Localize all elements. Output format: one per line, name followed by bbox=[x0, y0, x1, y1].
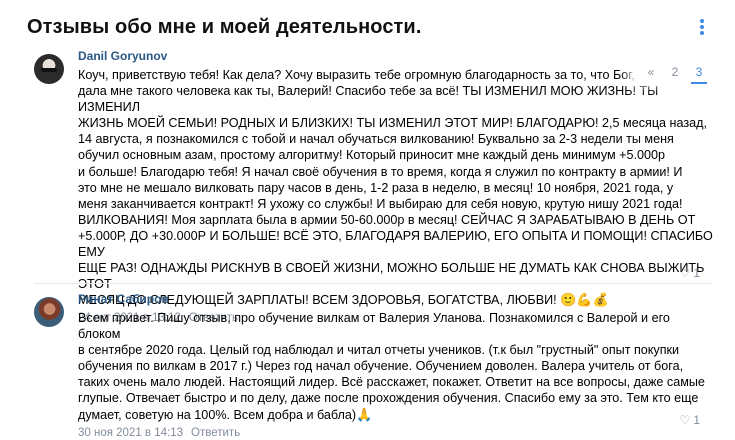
comment-date[interactable]: 30 ноя 2021 в 14:13 bbox=[78, 427, 183, 439]
avatar[interactable] bbox=[34, 297, 64, 327]
comment-line: ВИЛКОВАНИЯ! Моя зарплата была в армии 50… bbox=[78, 212, 696, 227]
comment-line: ЖИЗНЬ МОЕЙ СЕМЬИ! РОДНЫХ И БЛИЗКИХ! ТЫ И… bbox=[78, 116, 707, 131]
emoji-group: 🙏 bbox=[356, 406, 373, 422]
comment-meta: 30 ноя 2021 в 14:13 Ответить bbox=[78, 426, 714, 440]
heart-icon: ♡ bbox=[679, 266, 691, 280]
like-count: 1 bbox=[693, 413, 700, 427]
pager-prev-button[interactable]: « bbox=[639, 65, 663, 79]
comment-line: глупые. Отвечает быстро и по делу, даже … bbox=[78, 391, 699, 406]
comment-line: 14 августа, я познакомился с тобой и нач… bbox=[78, 132, 674, 147]
comment-line: в сентябре 2020 года. Целый год наблюдал… bbox=[78, 343, 680, 358]
comment-line: и больше! Благодарю тебя! Я начал своё о… bbox=[78, 164, 683, 179]
comment-line: обучил основным азам, простому алгоритму… bbox=[78, 148, 666, 163]
comment-line: это мне не мешало вилковать пару часов в… bbox=[78, 180, 674, 195]
reply-button[interactable]: Ответить bbox=[191, 427, 240, 439]
comment-text: Коуч, приветствую тебя! Как дела? Хочу в… bbox=[78, 67, 715, 308]
more-options-icon[interactable] bbox=[699, 19, 705, 37]
like-button[interactable]: ♡ 1 bbox=[680, 266, 700, 280]
comment-line: Коуч, приветствую тебя! Как дела? Хочу в… bbox=[78, 68, 657, 82]
comment-line: меня заканчивается контракт! Я ухожу со … bbox=[78, 196, 683, 211]
pager-page-3[interactable]: 3 bbox=[687, 65, 711, 84]
heart-icon: ♡ bbox=[679, 413, 691, 427]
like-button[interactable]: ♡ 1 bbox=[680, 413, 700, 427]
comment-author[interactable]: Ринат Сабиров bbox=[78, 291, 714, 307]
divider bbox=[34, 283, 713, 284]
pagination: « 2 3 bbox=[639, 58, 721, 86]
comment-author[interactable]: Danil Goryunov bbox=[78, 48, 714, 64]
comment-line: Всем привет. Пишу отзыв, про обучение ви… bbox=[78, 311, 670, 342]
avatar[interactable] bbox=[34, 54, 64, 84]
comment-line: обучения по вилкам в 2017 г.) Через год … bbox=[78, 359, 684, 374]
comment-line: думает, советую на 100%. Всем добра и ба… bbox=[78, 407, 357, 422]
like-count: 1 bbox=[693, 266, 700, 280]
comment-line: таких очень мало людей. Настоящий лидер.… bbox=[78, 375, 705, 390]
page-title: Отзывы обо мне и моей деятельности. bbox=[27, 16, 422, 38]
comment-text: Всем привет. Пишу отзыв, про обучение ви… bbox=[78, 310, 710, 423]
comment-line: +5.000Р, ДО +30.000Р И БОЛЬШЕ! ВСЁ ЭТО, … bbox=[78, 228, 713, 260]
comment-body: Ринат Сабиров Всем привет. Пишу отзыв, п… bbox=[78, 291, 714, 440]
comment-line: дала мне такого человека как ты, Валерий… bbox=[78, 84, 659, 115]
comment-line: ЕЩЕ РАЗ! ОДНАЖДЫ РИСКНУВ В СВОЕЙ ЖИЗНИ, … bbox=[78, 261, 705, 292]
pager-page-2[interactable]: 2 bbox=[663, 65, 687, 79]
